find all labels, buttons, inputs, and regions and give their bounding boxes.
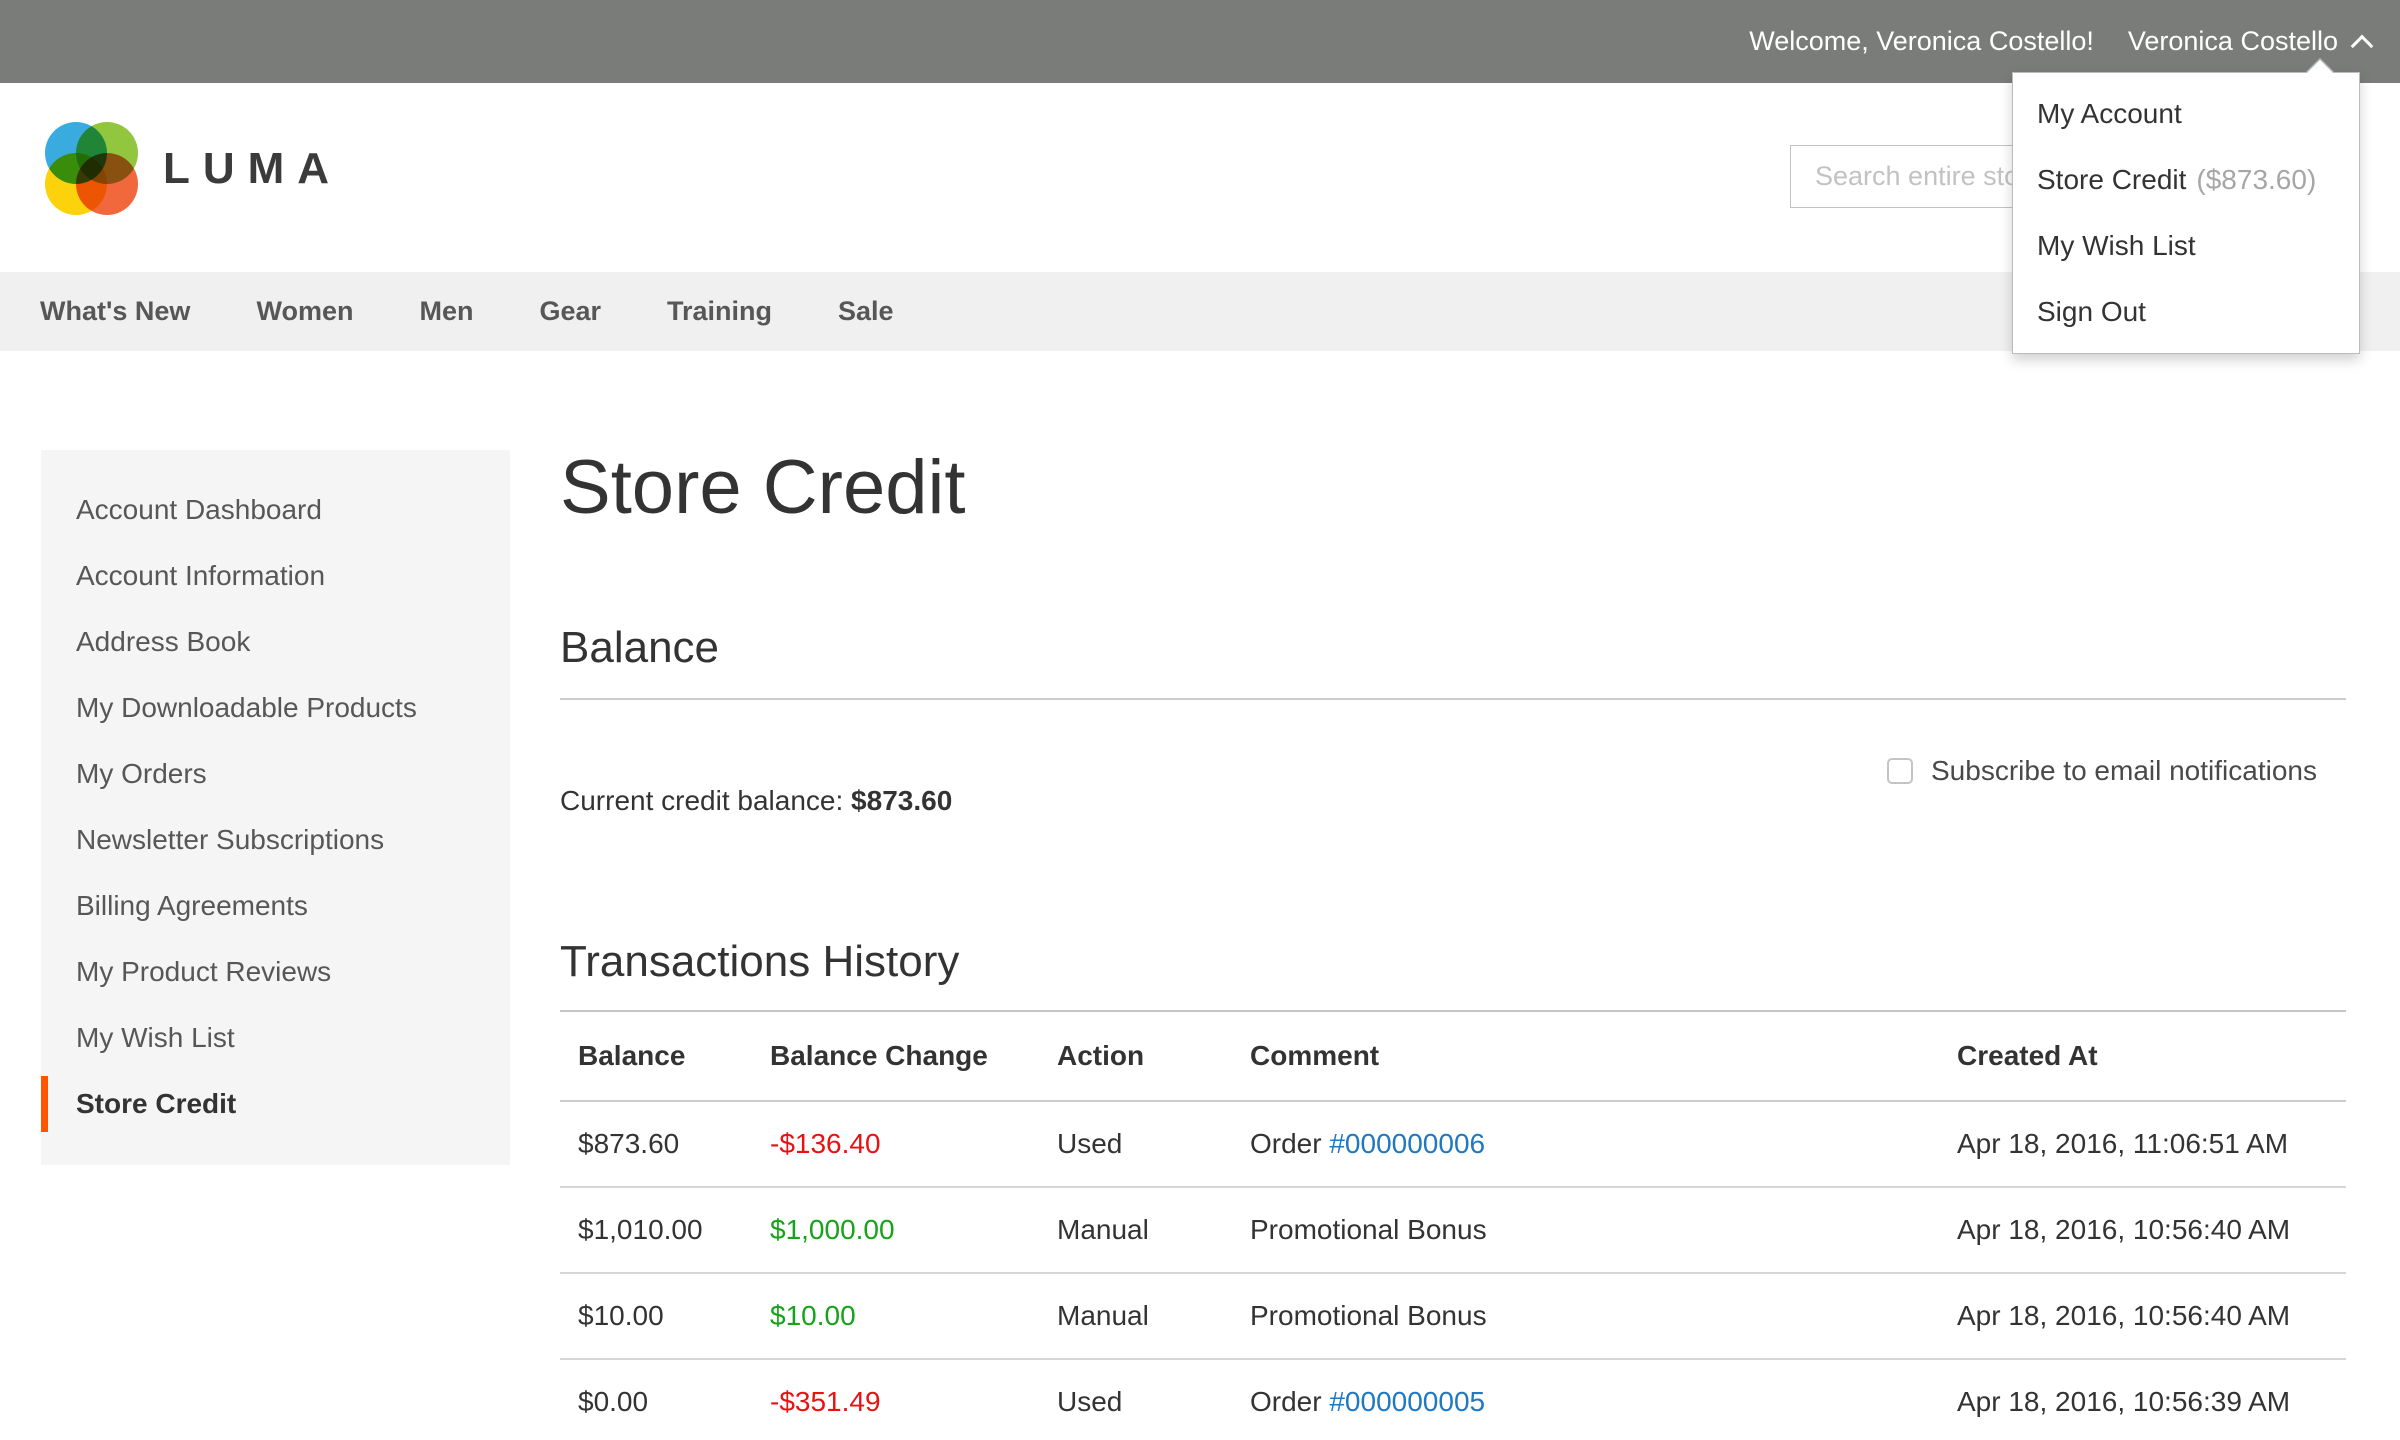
header-row: BalanceBalance ChangeActionCommentCreate… [560,1011,2346,1101]
sidebar-item[interactable]: Account Dashboard [41,477,510,543]
dropdown-item-amount: ($873.60) [2196,164,2316,195]
cell-balance-change: $10.00 [752,1273,1039,1359]
sidebar-item[interactable]: Billing Agreements [41,873,510,939]
cell-balance: $873.60 [560,1101,752,1187]
cell-created-at: Apr 18, 2016, 11:06:51 AM [1939,1101,2346,1187]
current-balance-label: Current credit balance: [560,785,843,816]
account-name: Veronica Costello [2128,26,2338,57]
cell-balance-change: -$351.49 [752,1359,1039,1440]
comment-text: Order [1250,1386,1322,1417]
sidebar-item[interactable]: Store Credit [41,1071,510,1137]
dropdown-item-label: My Account [2037,98,2182,129]
account-dropdown-item[interactable]: My Account [2013,81,2359,147]
sidebar-item[interactable]: My Downloadable Products [41,675,510,741]
nav-item[interactable]: What's New [40,296,190,327]
welcome-message: Welcome, Veronica Costello! [1749,26,2094,57]
cell-action: Used [1039,1101,1232,1187]
cell-comment: Promotional Bonus [1232,1187,1939,1273]
cell-created-at: Apr 18, 2016, 10:56:39 AM [1939,1359,2346,1440]
account-dropdown-item[interactable]: Sign Out [2013,279,2359,345]
column-header: Created At [1939,1011,2346,1101]
cell-action: Manual [1039,1273,1232,1359]
logo-text: LUMA [163,144,342,194]
transaction-row: $0.00 -$351.49 Used Order #000000005 Apr… [560,1359,2346,1440]
comment-text: Order [1250,1128,1322,1159]
account-sidebar: Account DashboardAccount InformationAddr… [41,450,510,1165]
cell-balance-change: -$136.40 [752,1101,1039,1187]
account-dropdown: My Account Store Credit ($873.60) My Wish… [2012,72,2360,354]
current-balance-value: $873.60 [851,785,952,816]
cell-created-at: Apr 18, 2016, 10:56:40 AM [1939,1273,2346,1359]
order-link[interactable]: #000000006 [1329,1128,1485,1159]
cell-balance: $1,010.00 [560,1187,752,1273]
dropdown-item-label: Store Credit [2037,164,2186,195]
sidebar-item[interactable]: Account Information [41,543,510,609]
cell-created-at: Apr 18, 2016, 10:56:40 AM [1939,1187,2346,1273]
divider [560,698,2346,700]
cell-comment: Order #000000006 [1232,1101,1939,1187]
dropdown-item-label: Sign Out [2037,296,2146,327]
transaction-row: $10.00 $10.00 Manual Promotional Bonus A… [560,1273,2346,1359]
cell-comment: Promotional Bonus [1232,1273,1939,1359]
top-bar: Welcome, Veronica Costello! Veronica Cos… [0,0,2400,83]
sidebar-item[interactable]: My Orders [41,741,510,807]
sidebar-item[interactable]: Newsletter Subscriptions [41,807,510,873]
transactions-table: BalanceBalance ChangeActionCommentCreate… [560,1010,2346,1440]
account-dropdown-item[interactable]: My Wish List [2013,213,2359,279]
comment-text: Promotional Bonus [1250,1214,1487,1245]
sidebar-item[interactable]: My Product Reviews [41,939,510,1005]
nav-item[interactable]: Gear [539,296,601,327]
column-header: Comment [1232,1011,1939,1101]
transactions-table-header: BalanceBalance ChangeActionCommentCreate… [560,1011,2346,1101]
subscribe-label[interactable]: Subscribe to email notifications [1931,755,2317,787]
nav-item[interactable]: Women [256,296,353,327]
cell-action: Used [1039,1359,1232,1440]
account-dropdown-item[interactable]: Store Credit ($873.60) [2013,147,2359,213]
cell-balance-change: $1,000.00 [752,1187,1039,1273]
luma-logo-icon [45,122,139,216]
column-header: Action [1039,1011,1232,1101]
transaction-row: $873.60 -$136.40 Used Order #000000006 A… [560,1101,2346,1187]
cell-balance: $0.00 [560,1359,752,1440]
sidebar-list: Account DashboardAccount InformationAddr… [41,477,510,1137]
balance-heading: Balance [560,624,719,672]
transactions-heading: Transactions History [560,938,959,986]
nav-item[interactable]: Training [667,296,772,327]
current-balance-line: Current credit balance: $873.60 [560,785,952,817]
subscribe-checkbox[interactable] [1887,758,1913,784]
comment-text: Promotional Bonus [1250,1300,1487,1331]
page-title: Store Credit [560,446,966,530]
chevron-up-icon [2351,35,2374,58]
nav-item[interactable]: Sale [838,296,894,327]
cell-comment: Order #000000005 [1232,1359,1939,1440]
transactions-table-body: $873.60 -$136.40 Used Order #000000006 A… [560,1101,2346,1440]
page-root: Welcome, Veronica Costello! Veronica Cos… [0,0,2400,1440]
sidebar-item[interactable]: My Wish List [41,1005,510,1071]
column-header: Balance [560,1011,752,1101]
dropdown-item-label: My Wish List [2037,230,2196,261]
sidebar-item[interactable]: Address Book [41,609,510,675]
column-header: Balance Change [752,1011,1039,1101]
account-dropdown-list: My Account Store Credit ($873.60) My Wish… [2013,73,2359,353]
nav-item[interactable]: Men [419,296,473,327]
cell-balance: $10.00 [560,1273,752,1359]
order-link[interactable]: #000000005 [1329,1386,1485,1417]
store-logo[interactable]: LUMA [45,122,342,216]
account-menu-toggle[interactable]: Veronica Costello [2128,26,2370,57]
subscribe-row: Subscribe to email notifications [1887,755,2317,787]
cell-action: Manual [1039,1187,1232,1273]
transaction-row: $1,010.00 $1,000.00 Manual Promotional B… [560,1187,2346,1273]
